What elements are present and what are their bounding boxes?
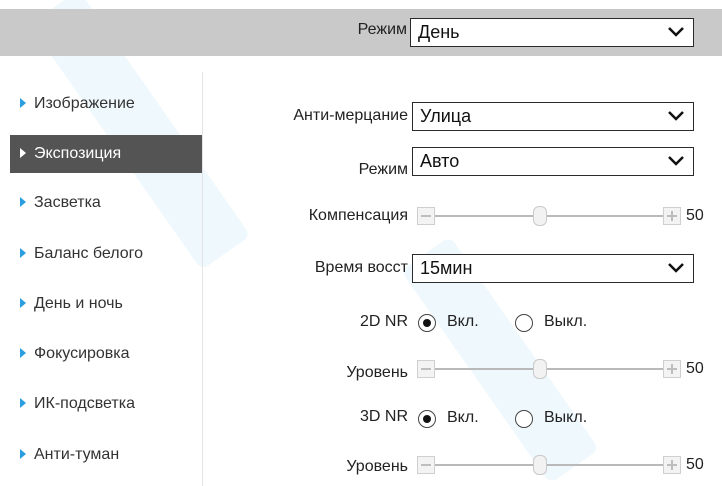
sidebar: Изображение Экспозиция Засветка Баланс б… — [10, 72, 203, 486]
sidebar-item-label: День и ночь — [34, 295, 123, 312]
sidebar-item-label: Анти-туман — [34, 446, 120, 463]
sidebar-item-label: Баланс белого — [34, 245, 144, 262]
nr3d-off-label: Выкл. — [544, 409, 588, 426]
triangle-right-icon — [20, 397, 26, 408]
sidebar-item-label: ИК-подсветка — [34, 395, 135, 412]
chevron-down-icon — [668, 263, 684, 273]
exposure-mode-label: Режим — [358, 161, 408, 178]
chevron-down-icon — [668, 27, 684, 37]
sidebar-item-defog[interactable]: Анти-туман — [10, 436, 202, 474]
triangle-right-icon — [20, 448, 26, 459]
nr2d-level-slider: 50 — [417, 359, 704, 379]
nr3d-level-slider: 50 — [417, 455, 704, 475]
nr3d-on-label: Вкл. — [447, 409, 479, 426]
sidebar-item-label: Фокусировка — [34, 345, 130, 362]
sidebar-item-label: Экспозиция — [34, 145, 122, 162]
sidebar-item-image[interactable]: Изображение — [10, 85, 202, 123]
nr2d-label: 2D NR — [359, 313, 408, 330]
slider-thumb[interactable] — [533, 206, 547, 226]
sidebar-item-focus[interactable]: Фокусировка — [10, 335, 202, 373]
nr2d-level-value: 50 — [686, 360, 704, 377]
plus-icon[interactable] — [663, 456, 681, 474]
nr2d-level-label: Уровень — [346, 364, 408, 381]
chevron-down-icon — [668, 156, 684, 166]
minus-icon[interactable] — [417, 360, 435, 378]
nr3d-label: 3D NR — [359, 408, 408, 425]
nr2d-off-label: Выкл. — [544, 313, 588, 330]
compensation-value: 50 — [686, 207, 704, 224]
compensation-slider: 50 — [417, 206, 704, 226]
plus-icon[interactable] — [663, 360, 681, 378]
sidebar-item-backlight[interactable]: Засветка — [10, 184, 202, 222]
nr3d-off-radio[interactable] — [515, 410, 533, 428]
triangle-right-icon — [20, 297, 26, 308]
day-mode-select[interactable]: День — [410, 18, 694, 47]
compensation-label: Компенсация — [308, 207, 408, 224]
nr3d-radio-group: Вкл. Выкл. — [418, 409, 638, 429]
sidebar-item-ir-light[interactable]: ИК-подсветка — [10, 385, 202, 423]
nr2d-on-label: Вкл. — [447, 313, 479, 330]
sidebar-item-day-night[interactable]: День и ночь — [10, 285, 202, 323]
sidebar-item-label: Изображение — [34, 95, 135, 112]
sidebar-item-label: Засветка — [34, 194, 101, 211]
recovery-time-value: 15мин — [420, 258, 473, 278]
nr3d-on-radio[interactable] — [418, 410, 436, 428]
slider-thumb[interactable] — [533, 455, 547, 475]
nr3d-level-value: 50 — [686, 456, 704, 473]
triangle-right-icon — [20, 196, 26, 207]
slider-track[interactable] — [435, 368, 663, 370]
nr3d-level-label: Уровень — [346, 458, 408, 475]
exposure-mode-value: Авто — [420, 151, 460, 171]
slider-track[interactable] — [435, 215, 663, 217]
minus-icon[interactable] — [417, 456, 435, 474]
anti-flicker-value: Улица — [420, 106, 472, 126]
sidebar-item-white-balance[interactable]: Баланс белого — [10, 235, 202, 273]
exposure-mode-select[interactable]: Авто — [412, 147, 694, 176]
mode-label: Режим — [357, 21, 407, 38]
plus-icon[interactable] — [663, 207, 681, 225]
triangle-right-icon — [20, 347, 26, 358]
slider-thumb[interactable] — [533, 359, 547, 379]
minus-icon[interactable] — [417, 207, 435, 225]
day-mode-value: День — [418, 22, 460, 42]
anti-flicker-select[interactable]: Улица — [412, 102, 694, 131]
nr2d-radio-group: Вкл. Выкл. — [418, 313, 638, 333]
mode-toolbar: Режим День — [0, 9, 722, 56]
recovery-time-select[interactable]: 15мин — [412, 254, 694, 283]
triangle-right-icon — [20, 247, 26, 258]
chevron-down-icon — [668, 111, 684, 121]
sidebar-item-exposure[interactable]: Экспозиция — [10, 135, 202, 173]
triangle-right-icon — [20, 147, 26, 158]
nr2d-on-radio[interactable] — [418, 314, 436, 332]
triangle-right-icon — [20, 97, 26, 108]
nr2d-off-radio[interactable] — [515, 314, 533, 332]
slider-track[interactable] — [435, 464, 663, 466]
recovery-time-label: Время восст — [314, 259, 408, 276]
anti-flicker-label: Анти-мерцание — [293, 107, 408, 124]
